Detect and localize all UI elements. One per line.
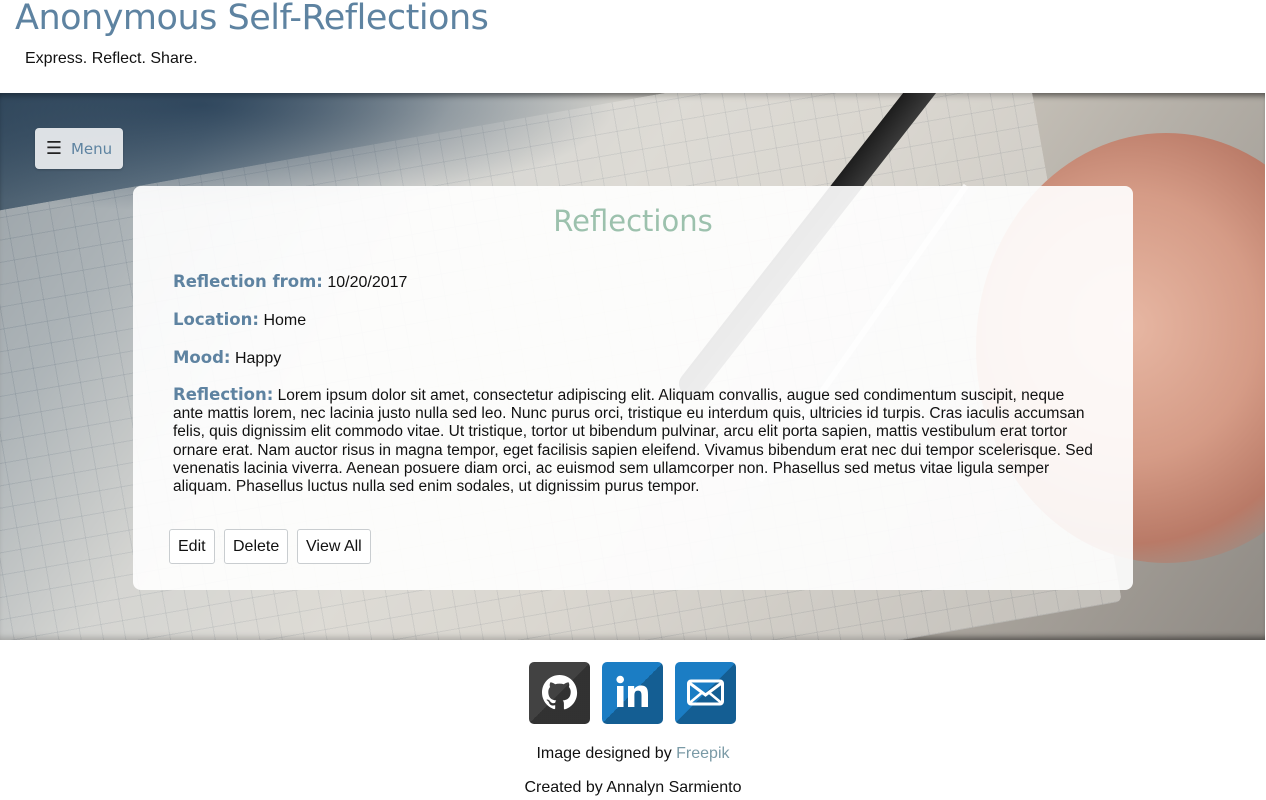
view-all-button[interactable]: View All xyxy=(297,529,371,564)
site-header: Anonymous Self-Reflections Express. Refl… xyxy=(0,0,1266,93)
mood-field: Mood: Happy xyxy=(173,348,281,368)
linkedin-link[interactable] xyxy=(602,662,663,724)
reflection-label: Reflection: xyxy=(173,385,274,404)
site-tagline: Express. Reflect. Share. xyxy=(25,50,198,67)
created-by: Created by Annalyn Sarmiento xyxy=(524,779,742,796)
location-value: Home xyxy=(263,312,307,329)
mood-label: Mood: xyxy=(173,348,231,367)
menu-label: Menu xyxy=(70,139,113,158)
email-icon xyxy=(687,679,724,706)
github-icon xyxy=(542,675,578,710)
location-field: Location: Home xyxy=(173,310,306,330)
edit-button[interactable]: Edit xyxy=(169,529,215,564)
github-link[interactable] xyxy=(529,662,590,724)
hamburger-icon: ☰ xyxy=(45,137,62,159)
location-label: Location: xyxy=(173,310,259,329)
reflection-text: Lorem ipsum dolor sit amet, consectetur … xyxy=(173,387,1093,496)
image-credit-text: Image designed by xyxy=(536,745,672,762)
freepik-link[interactable]: Freepik xyxy=(676,745,729,762)
image-credit: Image designed by Freepik xyxy=(0,745,1266,763)
card-title: Reflections xyxy=(553,204,713,238)
site-title: Anonymous Self-Reflections xyxy=(15,0,489,38)
reflection-text-field: Reflection: Lorem ipsum dolor sit amet, … xyxy=(173,385,1093,496)
mood-value: Happy xyxy=(234,350,282,367)
reflection-card: Reflections Reflection from: 10/20/2017 … xyxy=(133,186,1133,590)
reflection-date-label: Reflection from: xyxy=(173,272,323,291)
email-link[interactable] xyxy=(675,662,736,724)
menu-button[interactable]: ☰ Menu xyxy=(35,128,123,169)
reflection-date-field: Reflection from: 10/20/2017 xyxy=(173,272,407,292)
reflection-date-value: 10/20/2017 xyxy=(327,274,408,291)
hero-section: ☰ Menu Reflections Reflection from: 10/2… xyxy=(0,93,1266,640)
linkedin-icon xyxy=(616,675,648,707)
delete-button[interactable]: Delete xyxy=(224,529,289,564)
